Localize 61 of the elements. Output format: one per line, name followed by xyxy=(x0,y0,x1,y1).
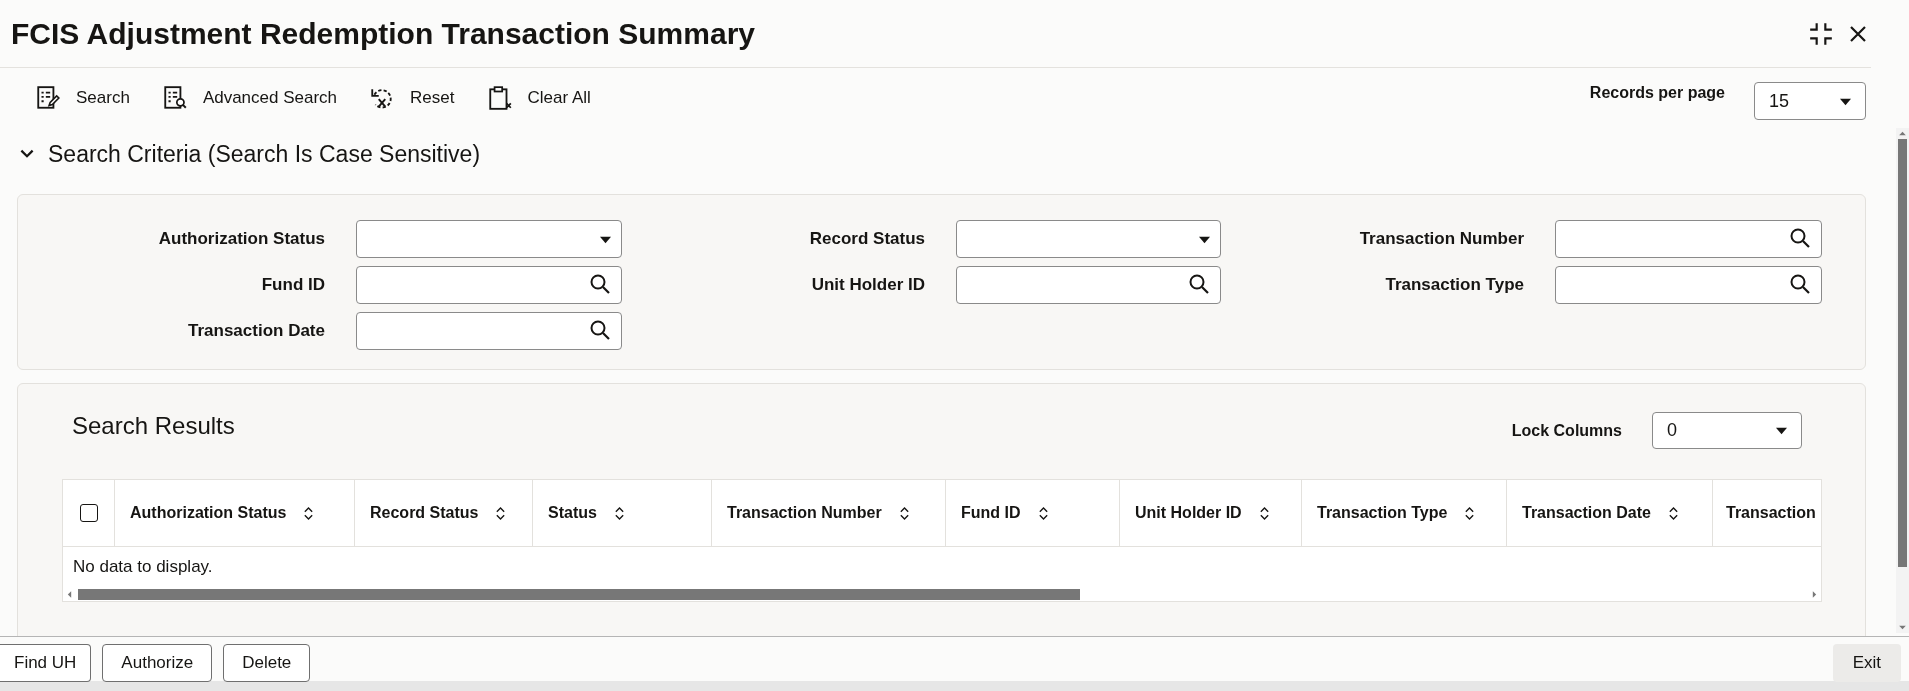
sort-icon xyxy=(613,505,625,521)
form-edit-icon xyxy=(35,85,61,111)
sort-icon xyxy=(1464,505,1476,521)
scroll-right-arrow-icon[interactable] xyxy=(1812,590,1817,598)
column-header[interactable]: Authorization Status xyxy=(115,480,355,546)
scroll-left-arrow-icon[interactable] xyxy=(67,590,72,598)
records-per-page-label: Records per page xyxy=(1589,84,1725,102)
records-per-page-select[interactable]: 15 xyxy=(1754,82,1866,120)
select-field[interactable] xyxy=(956,220,1221,258)
exit-button[interactable]: Exit xyxy=(1832,644,1901,682)
scrollbar-thumb[interactable] xyxy=(1898,139,1907,567)
column-header[interactable]: Unit Holder ID xyxy=(1120,480,1302,546)
field-label: Transaction Number xyxy=(1359,229,1524,249)
field-label: Fund ID xyxy=(261,275,325,295)
sort-icon xyxy=(495,505,507,521)
select-field[interactable] xyxy=(356,220,622,258)
footer-button[interactable]: Find UH xyxy=(0,644,92,682)
scrollbar-thumb[interactable] xyxy=(78,588,1080,600)
shrink-icon[interactable] xyxy=(1808,20,1834,47)
toolbar-button[interactable]: Reset xyxy=(363,81,461,115)
toolbar-button[interactable]: Search xyxy=(29,81,136,115)
field-label: Unit Holder ID xyxy=(811,275,925,295)
field-label: Record Status xyxy=(809,229,925,249)
lookup-field[interactable] xyxy=(956,266,1221,304)
field-label: Transaction Type xyxy=(1385,275,1524,295)
field-label: Transaction Date xyxy=(188,321,325,341)
window-title: FCIS Adjustment Redemption Transaction Summary xyxy=(11,16,755,51)
section-title: Search Criteria (Search Is Case Sensitive) xyxy=(48,140,481,168)
column-header[interactable]: Status xyxy=(533,480,712,546)
footer-button[interactable]: Authorize xyxy=(102,644,213,682)
section-title: Search Results xyxy=(72,411,235,440)
column-header[interactable]: Transaction Date xyxy=(1507,480,1713,546)
footer-button[interactable]: Delete xyxy=(223,644,311,682)
sort-icon xyxy=(303,505,315,521)
form-search-icon xyxy=(161,85,188,111)
select-all-checkbox[interactable] xyxy=(79,504,98,522)
column-header[interactable]: Transaction Number xyxy=(712,480,946,546)
sort-icon xyxy=(898,505,910,521)
scroll-down-arrow-icon[interactable] xyxy=(1899,625,1906,630)
lookup-field[interactable] xyxy=(1555,266,1822,304)
lookup-field[interactable] xyxy=(356,266,622,304)
column-header[interactable]: Record Status xyxy=(355,480,533,546)
toolbar-button[interactable]: Advanced Search xyxy=(155,81,344,115)
column-header[interactable]: Transaction Type xyxy=(1302,480,1507,546)
sort-icon xyxy=(1667,505,1679,521)
vertical-scrollbar[interactable] xyxy=(1896,128,1909,633)
empty-message: No data to display. xyxy=(73,557,213,577)
caret-icon xyxy=(1774,425,1789,436)
scroll-up-arrow-icon[interactable] xyxy=(1899,131,1906,136)
close-icon[interactable] xyxy=(1848,23,1868,44)
lock-columns-label: Lock Columns xyxy=(1511,421,1622,440)
toolbar-button[interactable]: Clear All xyxy=(480,81,597,115)
lock-columns-select[interactable]: 0 xyxy=(1652,412,1802,449)
column-header[interactable]: Transaction xyxy=(1713,480,1821,546)
sort-icon xyxy=(1258,505,1270,521)
field-label: Authorization Status xyxy=(158,229,325,249)
column-header[interactable]: Fund ID xyxy=(946,480,1120,546)
lookup-field[interactable] xyxy=(1555,220,1822,258)
sort-icon xyxy=(1037,505,1049,521)
lookup-field[interactable] xyxy=(356,312,622,350)
clipboard-icon xyxy=(486,85,513,111)
